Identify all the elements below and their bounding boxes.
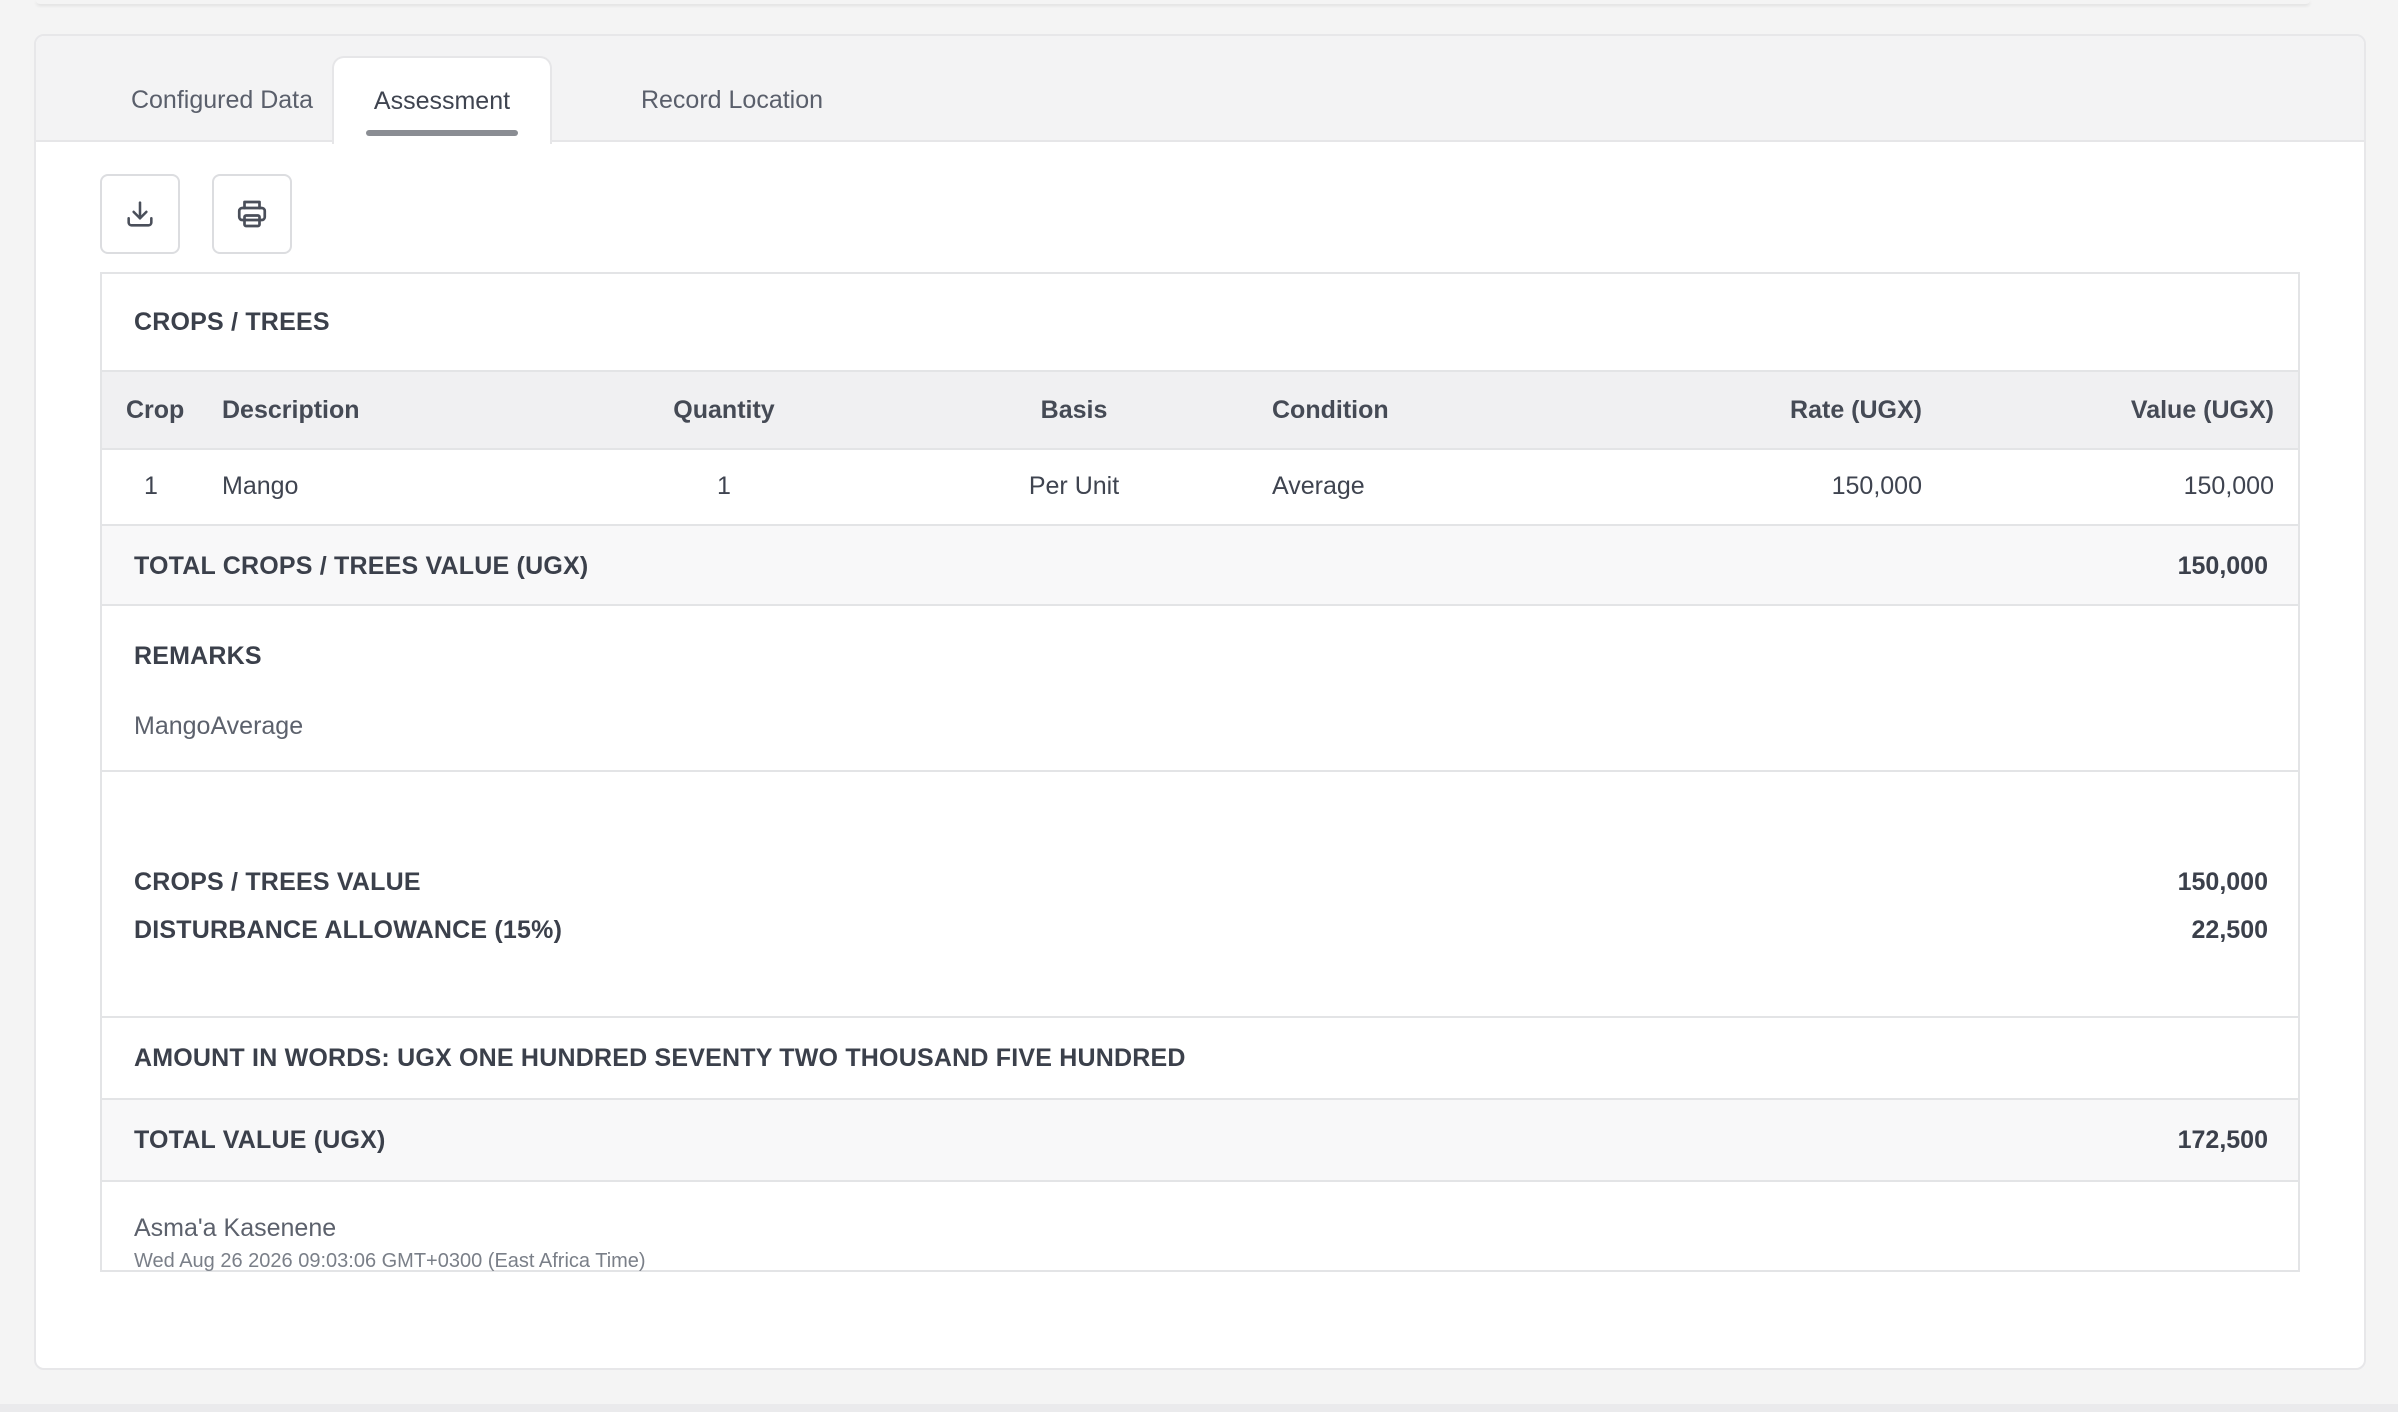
disturbance-allowance-label: DISTURBANCE ALLOWANCE (15%) bbox=[134, 916, 563, 944]
total-crops-value: 150,000 bbox=[2177, 552, 2268, 580]
column-header-crop: Crop bbox=[126, 396, 185, 424]
cell-quantity: 1 bbox=[717, 472, 731, 500]
assessment-report: CROPS / TREES Crop Description Quantity … bbox=[100, 272, 2300, 1272]
printer-icon bbox=[237, 200, 267, 228]
assessment-card: Configured Data Assessment Record Locati… bbox=[34, 34, 2366, 1370]
table-header: Crop Description Quantity Basis Conditio… bbox=[102, 370, 2298, 450]
divider bbox=[102, 1016, 2298, 1018]
download-icon bbox=[127, 201, 153, 227]
print-button[interactable] bbox=[212, 174, 292, 254]
tab-label: Assessment bbox=[373, 86, 511, 115]
tab-label: Record Location bbox=[640, 85, 824, 114]
disturbance-allowance-value: 22,500 bbox=[2191, 916, 2268, 944]
total-value-label: TOTAL VALUE (UGX) bbox=[134, 1126, 386, 1154]
tab-assessment[interactable]: Assessment bbox=[332, 56, 552, 144]
assessor-name: Asma'a Kasenene bbox=[134, 1214, 337, 1242]
cell-condition: Average bbox=[1272, 472, 1365, 500]
amount-in-words: AMOUNT IN WORDS: UGX ONE HUNDRED SEVENTY… bbox=[134, 1044, 1186, 1072]
cell-value: 150,000 bbox=[2183, 472, 2274, 500]
cell-rate: 150,000 bbox=[1831, 472, 1922, 500]
column-header-value: Value (UGX) bbox=[2130, 396, 2274, 424]
active-tab-indicator bbox=[366, 130, 518, 136]
total-value-row: TOTAL VALUE (UGX) 172,500 bbox=[102, 1098, 2298, 1182]
crops-value-label: CROPS / TREES VALUE bbox=[134, 868, 421, 896]
tab-configured-data[interactable]: Configured Data bbox=[96, 56, 348, 144]
cell-description: Mango bbox=[222, 472, 299, 500]
tab-record-location[interactable]: Record Location bbox=[592, 56, 872, 144]
cell-crop: 1 bbox=[144, 472, 158, 500]
page-footer-edge bbox=[0, 1404, 2398, 1412]
cell-basis: Per Unit bbox=[1028, 472, 1120, 500]
column-header-quantity: Quantity bbox=[673, 396, 775, 424]
tab-bar: Configured Data Assessment Record Locati… bbox=[36, 36, 2364, 144]
top-panel-edge bbox=[36, 0, 2310, 4]
column-header-condition: Condition bbox=[1272, 396, 1389, 424]
section-title: CROPS / TREES bbox=[134, 308, 330, 336]
download-button[interactable] bbox=[100, 174, 180, 254]
remarks-text: MangoAverage bbox=[134, 712, 304, 740]
crops-value: 150,000 bbox=[2177, 868, 2268, 896]
total-crops-label: TOTAL CROPS / TREES VALUE (UGX) bbox=[134, 552, 589, 580]
total-value: 172,500 bbox=[2177, 1126, 2268, 1154]
divider bbox=[102, 770, 2298, 772]
total-crops-row: TOTAL CROPS / TREES VALUE (UGX) 150,000 bbox=[102, 524, 2298, 606]
remarks-label: REMARKS bbox=[134, 642, 262, 670]
column-header-description: Description bbox=[222, 396, 360, 424]
column-header-basis: Basis bbox=[1040, 396, 1108, 424]
column-header-rate: Rate (UGX) bbox=[1790, 396, 1922, 424]
tab-label: Configured Data bbox=[130, 85, 314, 114]
assessment-timestamp: Wed Aug 26 2026 09:03:06 GMT+0300 (East … bbox=[134, 1250, 646, 1272]
